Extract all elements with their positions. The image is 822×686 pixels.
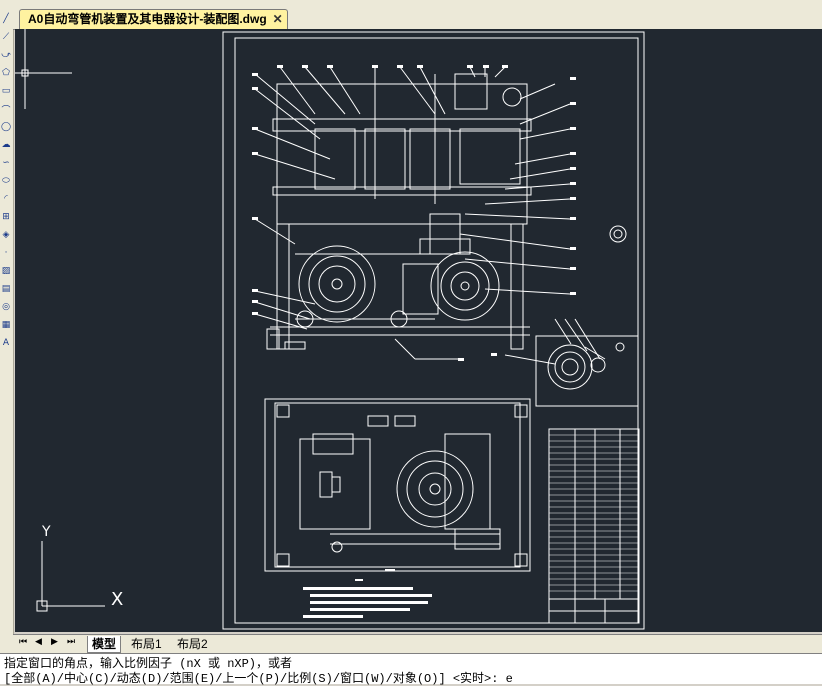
insert-block-icon[interactable]: ⊞ (0, 210, 12, 224)
sheet-border (222, 31, 645, 630)
nav-first-button[interactable]: ⏮ (19, 637, 27, 647)
drawing-svg: X Y (15, 29, 645, 630)
plan-view (264, 398, 531, 572)
tab-model[interactable]: 模型 (87, 636, 122, 653)
side-view (504, 318, 639, 407)
ellipse-arc-icon[interactable]: ◜ (0, 192, 12, 206)
command-prompt-line[interactable]: [全部(A)/中心(C)/动态(D)/范围(E)/上一个(P)/比例(S)/窗口… (4, 669, 513, 686)
construction-line-icon[interactable]: ⟋ (0, 30, 12, 44)
nav-prev-button[interactable]: ◀ (35, 637, 42, 647)
arc-icon[interactable]: ⌒ (0, 102, 12, 116)
drawing-canvas[interactable]: X Y (15, 29, 822, 632)
ucs-icon (36, 541, 105, 612)
layout-tab-bar: ⏮ ◀ ▶ ⏭ 模型 布局1 布局2 (13, 634, 822, 653)
close-icon[interactable]: ✕ (273, 10, 283, 29)
crosshair-cursor (15, 29, 72, 109)
gradient-icon[interactable]: ▤ (0, 282, 12, 296)
ucs-y-label: Y (41, 524, 51, 540)
nav-next-button[interactable]: ▶ (51, 637, 58, 647)
sheet-inner-frame (234, 37, 639, 624)
region-icon[interactable]: ◎ (0, 300, 12, 314)
hatch-icon[interactable]: ▨ (0, 264, 12, 278)
table-icon[interactable]: ▦ (0, 318, 12, 332)
draw-toolbar: ╱ ⟋ ⤻ ⬠ ▭ ⌒ ◯ ☁ ∽ ⬭ ◜ ⊞ ◈ · ▨ ▤ ◎ ▦ A (0, 8, 14, 653)
multiline-text-icon[interactable]: A (0, 336, 12, 350)
ucs-x-label: X (111, 589, 123, 610)
tab-layout1[interactable]: 布局1 (127, 636, 166, 652)
spline-icon[interactable]: ∽ (0, 156, 12, 170)
polygon-icon[interactable]: ⬠ (0, 66, 12, 80)
command-window[interactable]: 指定窗口的角点，输入比例因子 (nX 或 nXP)，或者 [全部(A)/中心(C… (0, 653, 822, 686)
polyline-icon[interactable]: ⤻ (0, 48, 12, 62)
technical-notes (303, 569, 432, 618)
nav-last-button[interactable]: ⏭ (67, 637, 75, 647)
front-view (254, 66, 627, 360)
title-block (548, 428, 640, 624)
circle-icon[interactable]: ◯ (0, 120, 12, 134)
rectangle-icon[interactable]: ▭ (0, 84, 12, 98)
point-icon[interactable]: · (0, 246, 12, 260)
line-icon[interactable]: ╱ (0, 12, 12, 26)
document-tab[interactable]: A0自动弯管机装置及其电器设计-装配图.dwg ✕ (19, 9, 288, 29)
cloud-icon[interactable]: ☁ (0, 138, 12, 152)
make-block-icon[interactable]: ◈ (0, 228, 12, 242)
document-tab-title: A0自动弯管机装置及其电器设计-装配图.dwg (28, 12, 267, 26)
document-tab-bar: A0自动弯管机装置及其电器设计-装配图.dwg ✕ (13, 8, 822, 30)
tab-layout2[interactable]: 布局2 (173, 636, 212, 652)
bom-rows (549, 434, 639, 592)
ellipse-icon[interactable]: ⬭ (0, 174, 12, 188)
